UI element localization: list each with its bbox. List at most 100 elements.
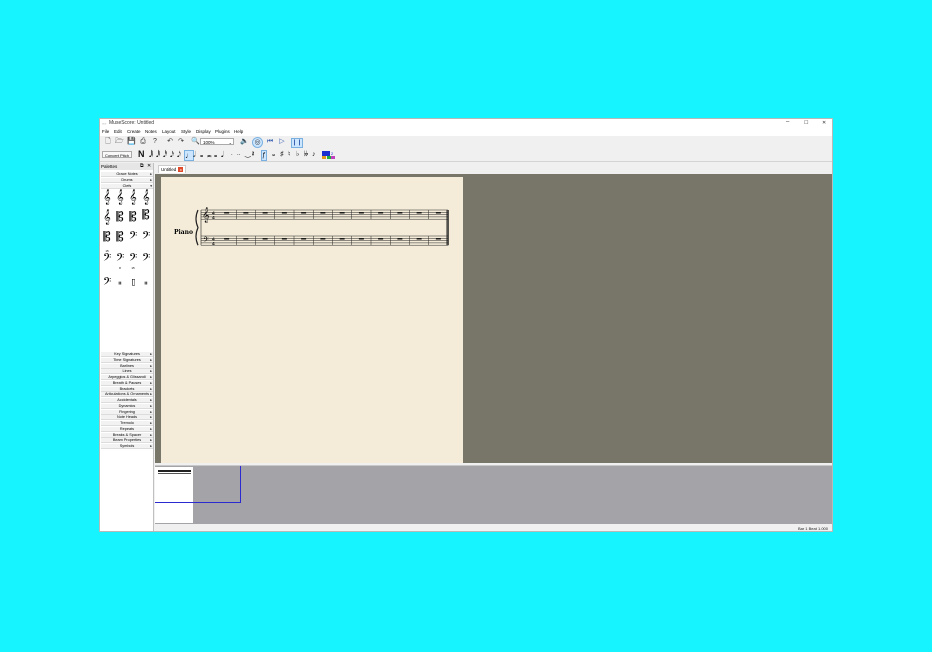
treble-clef-15mb-icon[interactable]: 𝄞 <box>101 210 113 225</box>
float-panel-icon[interactable]: ⧉ <box>140 163 144 170</box>
palette-section-item[interactable]: Breath & Pauses ▸ <box>101 380 153 386</box>
bass-clef-15ma-icon[interactable]: 15 𝄢 <box>101 250 113 268</box>
percussion-clef-2-icon[interactable]: 𝄥 <box>140 276 152 291</box>
sharp-icon[interactable]: ♯ <box>280 150 284 159</box>
alto-clef-icon[interactable]: 𝄡 <box>114 210 126 225</box>
subbass-clef-icon[interactable]: 𝄢 <box>140 230 152 245</box>
palette-section-clefs[interactable]: Clefs ▾ <box>101 184 153 189</box>
concert-pitch-button[interactable]: Concert Pitch <box>102 151 132 158</box>
print-icon[interactable]: ⎙ <box>139 138 147 146</box>
treble-clef-icon[interactable]: 𝄞 <box>101 190 113 205</box>
save-icon[interactable]: 💾 <box>127 138 136 146</box>
voice-5-icon[interactable] <box>331 156 335 159</box>
note-longa2-icon[interactable]: 𝅘𝅥 <box>221 150 224 159</box>
palette-section-item[interactable]: Note Heads ▸ <box>101 415 153 421</box>
note-128th-icon[interactable]: 𝅘𝅥𝅲 <box>149 150 153 159</box>
percussion-clef-icon[interactable]: 𝄥 <box>114 276 126 291</box>
rest-icon[interactable]: 𝄽 <box>252 150 254 159</box>
score-page[interactable]: Piano 𝄞 𝄢 4 4 4 4 <box>161 177 463 463</box>
palette-section-item[interactable]: Brackets ▸ <box>101 386 153 392</box>
menu-notes[interactable]: Notes <box>145 129 157 134</box>
menu-display[interactable]: Display <box>196 129 211 134</box>
menu-layout[interactable]: Layout <box>162 129 176 134</box>
voice-3-icon[interactable] <box>322 156 326 159</box>
flat-icon[interactable]: ♭ <box>296 150 299 159</box>
undo-icon[interactable]: ↶ <box>166 138 174 146</box>
close-icon[interactable]: ✕ <box>822 120 826 126</box>
menu-file[interactable]: File <box>102 129 109 134</box>
note-half-icon[interactable]: 𝅗𝅥 <box>193 150 196 159</box>
note-breve-icon[interactable]: 𝅜 <box>207 150 212 159</box>
new-file-icon[interactable]: 🗋 <box>104 138 112 146</box>
close-tab-icon[interactable]: x <box>178 167 184 173</box>
flip-direction-icon[interactable]: ♪ <box>312 150 316 159</box>
note-whole-icon[interactable]: 𝅝 <box>200 150 203 159</box>
navigator-viewport-frame[interactable] <box>155 466 241 503</box>
redo-icon[interactable]: ↷ <box>177 138 185 146</box>
double-dot-icon[interactable]: .. <box>237 150 240 159</box>
zoom-icon[interactable]: 🔍 <box>191 138 200 146</box>
flat-double-icon[interactable]: 𝄫 <box>304 150 308 159</box>
treble-clef-8vb-icon[interactable]: 𝄞 <box>140 190 152 205</box>
maximize-icon[interactable]: ☐ <box>804 120 808 126</box>
palette-section-item[interactable]: Symbols ▸ <box>101 444 153 449</box>
play-icon[interactable]: ▷ <box>278 138 286 146</box>
voice-icon[interactable]: ƒ <box>261 150 267 161</box>
note-16th-icon[interactable]: 𝅘𝅥𝅯 <box>170 150 174 159</box>
note-64th-icon[interactable]: 𝅘𝅥𝅱 <box>156 150 160 159</box>
note-eighth-icon[interactable]: 𝅘𝅥𝅮 <box>177 150 181 159</box>
loop-icon[interactable]: ❙❙ <box>291 138 303 148</box>
menu-help[interactable]: Help <box>234 129 243 134</box>
palette-section-item[interactable]: Articulations & Ornaments ▸ <box>101 392 153 398</box>
sharp-double-icon[interactable]: 𝄪 <box>272 150 275 159</box>
note-input-mode-icon[interactable]: N <box>138 150 145 159</box>
bass-clef-8vb-icon[interactable]: 𝄢 8 <box>114 252 126 270</box>
rewind-icon[interactable]: ⏮ <box>266 138 274 146</box>
palette-section-item[interactable]: Repeats ▸ <box>101 426 153 432</box>
menu-style[interactable]: Style <box>181 129 191 134</box>
bass-clef-alt-icon[interactable]: 𝄢 <box>101 276 113 291</box>
open-file-icon[interactable]: 🗁 <box>115 138 124 146</box>
soprano-clef-icon[interactable]: 𝄡 <box>101 230 113 245</box>
minimize-icon[interactable]: – <box>786 119 789 125</box>
palette-section-item[interactable]: Beam Properties ▸ <box>101 438 153 444</box>
tie-icon[interactable]: ‿ <box>245 150 251 159</box>
menu-edit[interactable]: Edit <box>114 129 122 134</box>
palette-section-item[interactable]: Fingering ▸ <box>101 409 153 415</box>
bass-clef-15mb-icon[interactable]: 𝄢 15 <box>127 252 139 270</box>
palette-section-item[interactable]: Time Signatures ▸ <box>101 357 153 363</box>
palette-section-item[interactable]: Lines ▸ <box>101 369 153 375</box>
tab-untitled[interactable]: Untitled x <box>158 165 187 173</box>
palette-section-drums[interactable]: Drums ▸ <box>101 178 153 183</box>
treble-clef-15ma-icon[interactable]: 𝄞 <box>127 190 139 205</box>
palette-section-item[interactable]: Accidentals ▸ <box>101 398 153 403</box>
score-canvas[interactable]: Piano 𝄞 𝄢 4 4 4 4 <box>155 174 832 463</box>
menu-create[interactable]: Create <box>127 129 141 134</box>
palette-section-item[interactable]: Tremolo ▸ <box>101 421 153 426</box>
speaker-icon[interactable]: 🔈 <box>240 138 249 146</box>
midi-input-icon[interactable]: ◎ <box>252 137 263 148</box>
baritone-f-clef-icon[interactable]: 𝄢 <box>127 230 139 245</box>
palette-section-item[interactable]: Key Signatures ▸ <box>101 352 153 357</box>
menu-plugins[interactable]: Plugins <box>215 129 230 134</box>
augmentation-dot-icon[interactable]: . <box>231 150 233 159</box>
navigator-panel[interactable] <box>155 465 832 524</box>
tab-clef-icon[interactable]: 𝄦 <box>127 276 139 291</box>
score-staff-system[interactable]: Piano 𝄞𝄢4444 <box>161 177 463 463</box>
palette-section-item[interactable]: Arpeggios & Glissandi ▸ <box>101 375 153 380</box>
zoom-select[interactable]: 100% ⌄ <box>200 138 234 145</box>
mezzo-clef-icon[interactable]: 𝄡 <box>140 208 152 223</box>
treble-clef-8va-icon[interactable]: 𝄞 <box>114 190 126 205</box>
help-icon[interactable]: ? <box>151 138 159 146</box>
baritone-c-clef-icon[interactable]: 𝄡 <box>114 230 126 245</box>
tenor-clef-icon[interactable]: 𝄡 <box>127 210 139 225</box>
natural-icon[interactable]: ♮ <box>288 150 291 159</box>
note-32nd-icon[interactable]: 𝅘𝅥𝅰 <box>163 150 167 159</box>
palette-section-item[interactable]: Breaks & Spacer ▸ <box>101 432 153 438</box>
close-panel-icon[interactable]: ✕ <box>147 163 151 170</box>
note-longa-icon[interactable]: 𝅝 <box>214 150 217 159</box>
palette-section-item[interactable]: Barlines ▸ <box>101 363 153 369</box>
palette-section-grace-notes[interactable]: Grace Notes ▸ <box>101 172 153 177</box>
palette-section-item[interactable]: Dynamics ▸ <box>101 403 153 409</box>
bass-clef-icon[interactable]: 𝄢 <box>140 252 152 267</box>
